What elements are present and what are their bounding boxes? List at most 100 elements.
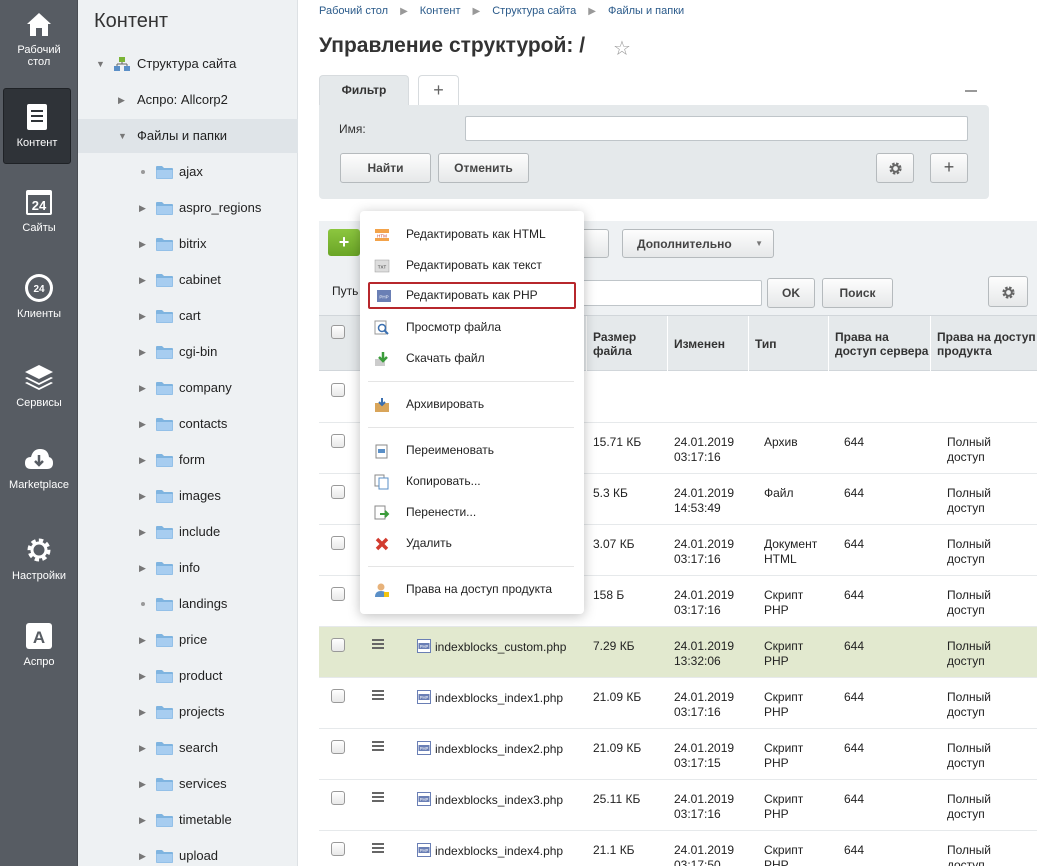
- tree-item-folder[interactable]: ▶ company: [78, 371, 298, 405]
- row-menu-icon[interactable]: [372, 741, 384, 751]
- expand-arrow-icon[interactable]: ▶: [139, 803, 146, 837]
- menu-edit-html[interactable]: HTM Редактировать как HTML: [368, 221, 576, 248]
- tree-item-folder[interactable]: ▶ cgi-bin: [78, 335, 298, 369]
- menu-edit-text[interactable]: TXT Редактировать как текст: [368, 252, 576, 279]
- grid-settings-button[interactable]: [988, 276, 1028, 307]
- tree-item-folder[interactable]: ▶ images: [78, 479, 298, 513]
- filter-settings-button[interactable]: [876, 153, 914, 183]
- nav-item-clients[interactable]: 24 Клиенты: [0, 272, 78, 322]
- name-input[interactable]: [465, 116, 968, 141]
- nav-item-sites[interactable]: 24 Сайты: [0, 186, 78, 236]
- file-name[interactable]: PHP indexblocks_custom.php: [417, 639, 566, 654]
- row-checkbox[interactable]: [331, 740, 345, 754]
- breadcrumb-item[interactable]: Структура сайта: [492, 5, 576, 17]
- tree-item-folder[interactable]: ▶ upload: [78, 839, 298, 866]
- expand-arrow-icon[interactable]: ▶: [139, 191, 146, 225]
- tree-item-folder[interactable]: ▶ projects: [78, 695, 298, 729]
- menu-move[interactable]: Перенести...: [368, 499, 576, 526]
- expand-arrow-icon[interactable]: ▶: [139, 371, 146, 405]
- menu-edit-php[interactable]: PHP Редактировать как PHP: [368, 282, 576, 309]
- tree-item-folder[interactable]: ▶ price: [78, 623, 298, 657]
- row-checkbox[interactable]: [331, 587, 345, 601]
- breadcrumb-item[interactable]: Контент: [420, 5, 461, 17]
- expand-arrow-icon[interactable]: ▶: [139, 263, 146, 297]
- expand-arrow-icon[interactable]: ▶: [139, 695, 146, 729]
- cancel-button[interactable]: Отменить: [438, 153, 529, 183]
- favorite-star-icon[interactable]: ☆: [613, 36, 631, 61]
- row-checkbox[interactable]: [331, 689, 345, 703]
- expand-arrow-icon[interactable]: ▶: [118, 83, 125, 117]
- expand-arrow-icon[interactable]: ▶: [139, 659, 146, 693]
- tree-item-site-structure[interactable]: ▼ Структура сайта: [78, 47, 298, 81]
- menu-archive[interactable]: Архивировать: [368, 391, 576, 418]
- add-filter-tab-button[interactable]: +: [418, 75, 459, 106]
- file-name[interactable]: PHP indexblocks_index2.php: [417, 741, 563, 756]
- expand-arrow-icon[interactable]: ▶: [139, 479, 146, 513]
- tree-item-folder[interactable]: ▶ services: [78, 767, 298, 801]
- expand-arrow-icon[interactable]: ▶: [139, 731, 146, 765]
- tree-item-folder[interactable]: ▶ bitrix: [78, 227, 298, 261]
- nav-item-marketplace[interactable]: Marketplace: [0, 443, 78, 493]
- table-row[interactable]: PHP indexblocks_index3.php 25.11 КБ 24.01.2…: [319, 780, 1037, 831]
- nav-item-aspro[interactable]: A Аспро: [0, 620, 78, 670]
- tree-item-folder[interactable]: landings: [78, 587, 298, 621]
- tree-item-folder[interactable]: ▶ info: [78, 551, 298, 585]
- expand-arrow-icon[interactable]: ▶: [139, 767, 146, 801]
- row-checkbox[interactable]: [331, 536, 345, 550]
- row-checkbox[interactable]: [331, 383, 345, 397]
- file-name[interactable]: PHP indexblocks_index4.php: [417, 843, 563, 858]
- expand-arrow-icon[interactable]: ▶: [139, 407, 146, 441]
- row-menu-icon[interactable]: [372, 690, 384, 700]
- expand-arrow-icon[interactable]: ▶: [139, 299, 146, 333]
- column-size[interactable]: Размер файла: [586, 316, 667, 372]
- tree-item-folder[interactable]: ▶ contacts: [78, 407, 298, 441]
- find-button[interactable]: Найти: [340, 153, 431, 183]
- tree-item-folder[interactable]: ▶ aspro_regions: [78, 191, 298, 225]
- column-type[interactable]: Тип: [748, 316, 828, 372]
- column-product-rights[interactable]: Права на доступ продукта: [930, 316, 1037, 372]
- menu-rename[interactable]: Переименовать: [368, 437, 576, 464]
- tab-filter[interactable]: Фильтр: [319, 75, 409, 106]
- add-button[interactable]: +: [328, 229, 360, 256]
- menu-copy[interactable]: Копировать...: [368, 468, 576, 495]
- tree-item-folder[interactable]: ▶ product: [78, 659, 298, 693]
- expand-arrow-icon[interactable]: ▶: [139, 443, 146, 477]
- nav-item-content[interactable]: Контент: [3, 88, 71, 164]
- ok-button[interactable]: OK: [767, 278, 815, 308]
- expand-arrow-icon[interactable]: ▶: [139, 839, 146, 866]
- table-row[interactable]: PHP indexblocks_index1.php 21.09 КБ 24.01.2…: [319, 678, 1037, 729]
- tree-item-folder[interactable]: ▶ cart: [78, 299, 298, 333]
- expand-arrow-icon[interactable]: ▼: [96, 47, 105, 81]
- table-row[interactable]: PHP indexblocks_index4.php 21.1 КБ 24.01.20…: [319, 831, 1037, 866]
- breadcrumb-item[interactable]: Файлы и папки: [608, 5, 684, 17]
- nav-item-settings[interactable]: Настройки: [0, 534, 78, 584]
- menu-delete[interactable]: Удалить: [368, 530, 576, 557]
- search-button[interactable]: Поиск: [822, 278, 893, 308]
- expand-arrow-icon[interactable]: ▶: [139, 515, 146, 549]
- expand-arrow-icon[interactable]: ▼: [118, 119, 127, 153]
- nav-item-desktop[interactable]: Рабочий стол: [0, 8, 78, 78]
- expand-arrow-icon[interactable]: ▶: [139, 623, 146, 657]
- menu-product-rights[interactable]: Права на доступ продукта: [368, 576, 576, 603]
- expand-arrow-icon[interactable]: ▶: [139, 551, 146, 585]
- nav-item-services[interactable]: Сервисы: [0, 361, 78, 411]
- tree-item-folder[interactable]: ▶ include: [78, 515, 298, 549]
- table-row[interactable]: PHP indexblocks_custom.php 7.29 КБ 24.01.20…: [319, 627, 1037, 678]
- expand-arrow-icon[interactable]: ▶: [139, 335, 146, 369]
- row-menu-icon[interactable]: [372, 843, 384, 853]
- row-checkbox[interactable]: [331, 791, 345, 805]
- column-server-rights[interactable]: Права на доступ сервера: [828, 316, 930, 372]
- tree-item-folder[interactable]: ▶ cabinet: [78, 263, 298, 297]
- menu-download-file[interactable]: Скачать файл: [368, 345, 576, 372]
- menu-view-file[interactable]: Просмотр файла: [368, 314, 576, 341]
- row-checkbox[interactable]: [331, 638, 345, 652]
- row-menu-icon[interactable]: [372, 639, 384, 649]
- collapse-filter-icon[interactable]: [965, 90, 977, 92]
- more-button[interactable]: Дополнительно ▼: [622, 229, 774, 258]
- tree-item-folder[interactable]: ▶ search: [78, 731, 298, 765]
- column-modified[interactable]: Изменен: [667, 316, 748, 372]
- table-row[interactable]: PHP indexblocks_index2.php 21.09 КБ 24.01.2…: [319, 729, 1037, 780]
- tree-item-aspro-site[interactable]: ▶ Аспро: Allcorp2: [78, 83, 298, 117]
- row-checkbox[interactable]: [331, 842, 345, 856]
- row-checkbox[interactable]: [331, 434, 345, 448]
